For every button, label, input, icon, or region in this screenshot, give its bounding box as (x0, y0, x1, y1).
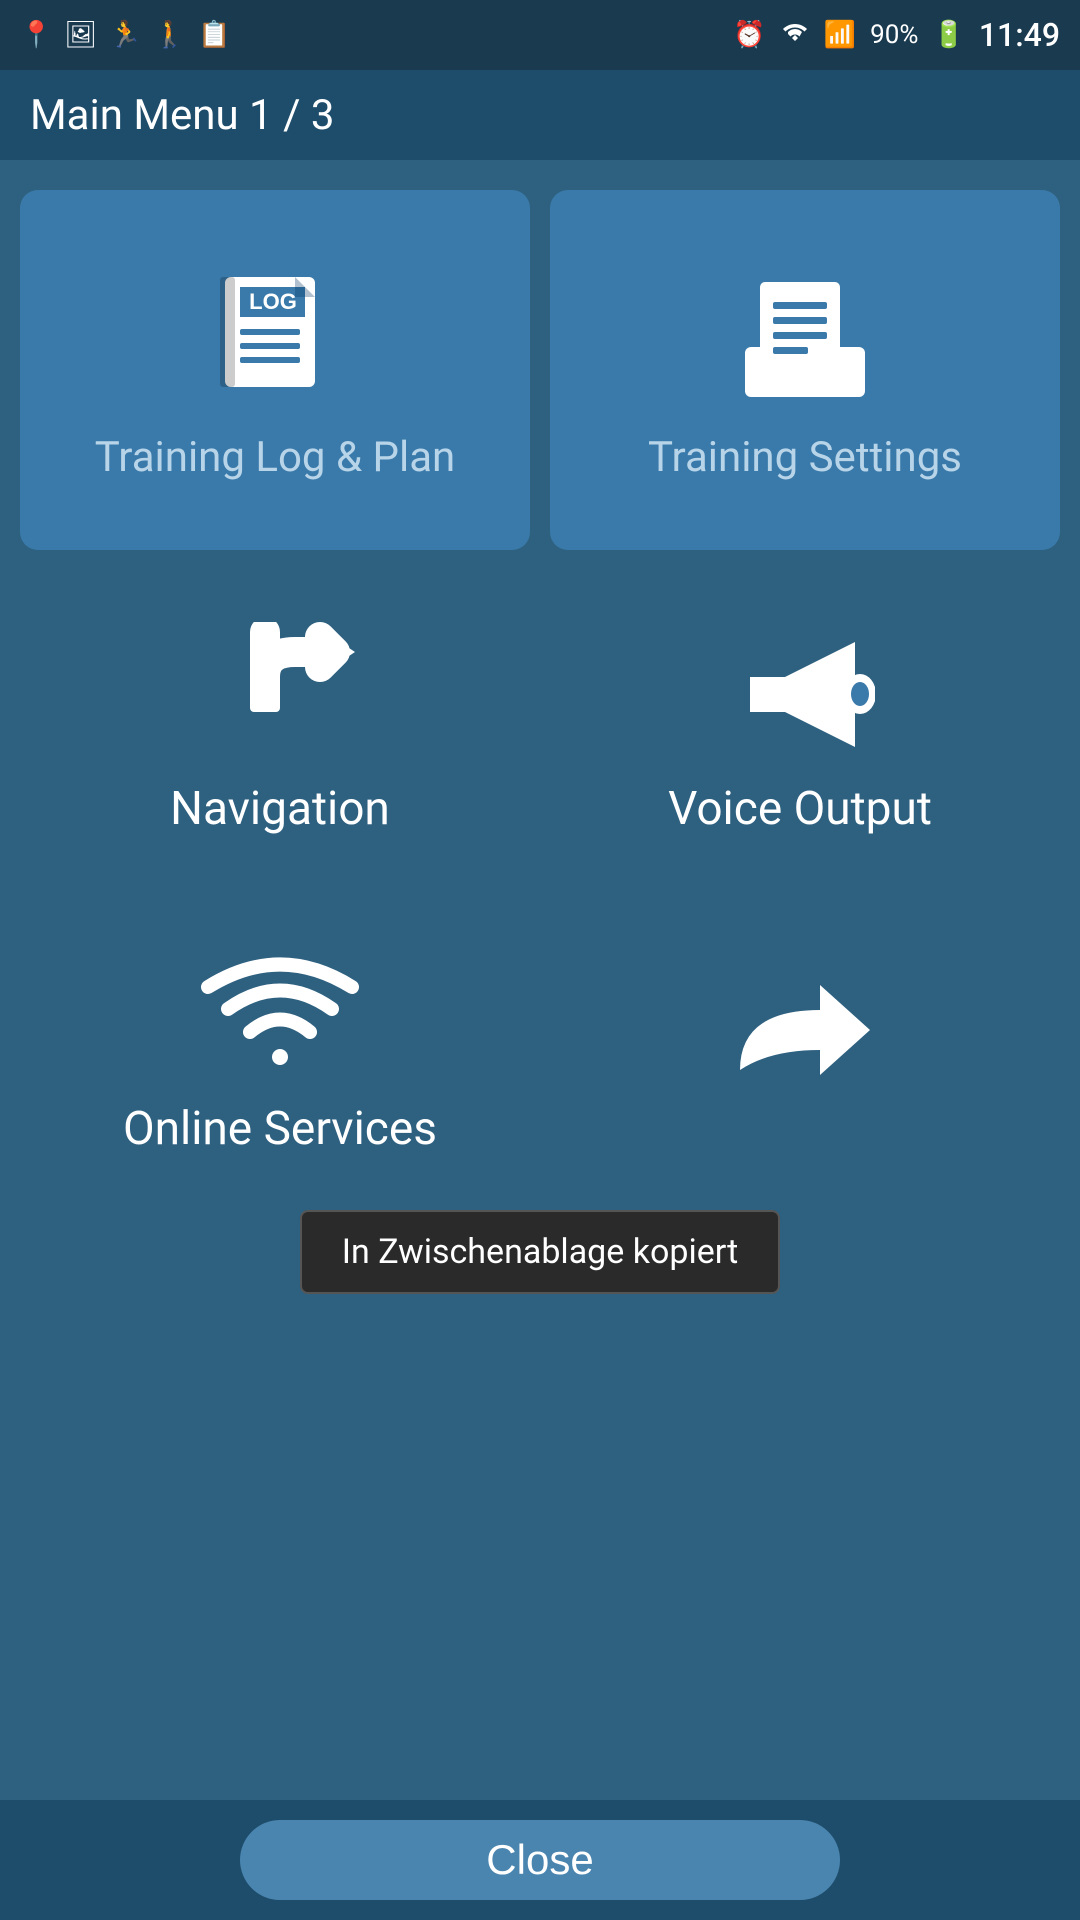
navigation-label: Navigation (170, 782, 390, 837)
main-content: LOG Training Log & Plan (0, 160, 1080, 1354)
middle-row: Navigation Voice Output (20, 590, 1060, 870)
status-bar: 📍 🖼 🏃 🚶 📋 ⏰ 📶 90% 🔋 11:49 (0, 0, 1080, 70)
battery-icon: 🔋 (932, 20, 964, 50)
alarm-icon: ⏰ (733, 20, 765, 50)
svg-text:LOG: LOG (249, 289, 297, 314)
signal-icon: 📶 (824, 20, 856, 50)
close-button[interactable]: Close (240, 1820, 840, 1900)
share-button[interactable] (540, 910, 1060, 1190)
log-icon: LOG (195, 257, 355, 417)
run-icon: 🏃 (109, 20, 141, 50)
status-left-icons: 📍 🖼 🏃 🚶 📋 (20, 20, 231, 50)
location-icon: 📍 (20, 20, 52, 50)
bottom-row: Online Services (20, 910, 1060, 1190)
training-log-label: Training Log & Plan (95, 433, 455, 483)
walk-icon: 🚶 (154, 20, 186, 50)
training-settings-button[interactable]: Training Settings (550, 190, 1060, 550)
title-bar: Main Menu 1 / 3 (0, 70, 1080, 160)
top-row: LOG Training Log & Plan (20, 190, 1060, 550)
navigation-button[interactable]: Navigation (20, 590, 540, 870)
status-right-icons: ⏰ 📶 90% 🔋 11:49 (733, 16, 1060, 54)
close-button-container: Close (0, 1800, 1080, 1920)
navigation-icon (200, 622, 360, 762)
page-title: Main Menu 1 / 3 (30, 91, 334, 140)
wifi-icon (780, 19, 810, 52)
voice-icon (720, 622, 880, 762)
clipboard-icon: 📋 (198, 20, 230, 50)
training-settings-label: Training Settings (648, 433, 962, 483)
image-icon: 🖼 (64, 20, 97, 50)
toast-container: In Zwischenablage kopiert (20, 1210, 1060, 1294)
clipboard-toast: In Zwischenablage kopiert (300, 1210, 780, 1294)
time-display: 11:49 (979, 16, 1060, 54)
voice-output-label: Voice Output (668, 782, 932, 837)
toast-text: In Zwischenablage kopiert (342, 1232, 738, 1272)
settings-icon (725, 257, 885, 417)
battery-text: 90% (870, 20, 918, 50)
training-log-plan-button[interactable]: LOG Training Log & Plan (20, 190, 530, 550)
online-services-label: Online Services (123, 1102, 437, 1157)
online-icon (200, 942, 360, 1082)
share-icon (720, 970, 880, 1110)
online-services-button[interactable]: Online Services (20, 910, 540, 1190)
voice-output-button[interactable]: Voice Output (540, 590, 1060, 870)
